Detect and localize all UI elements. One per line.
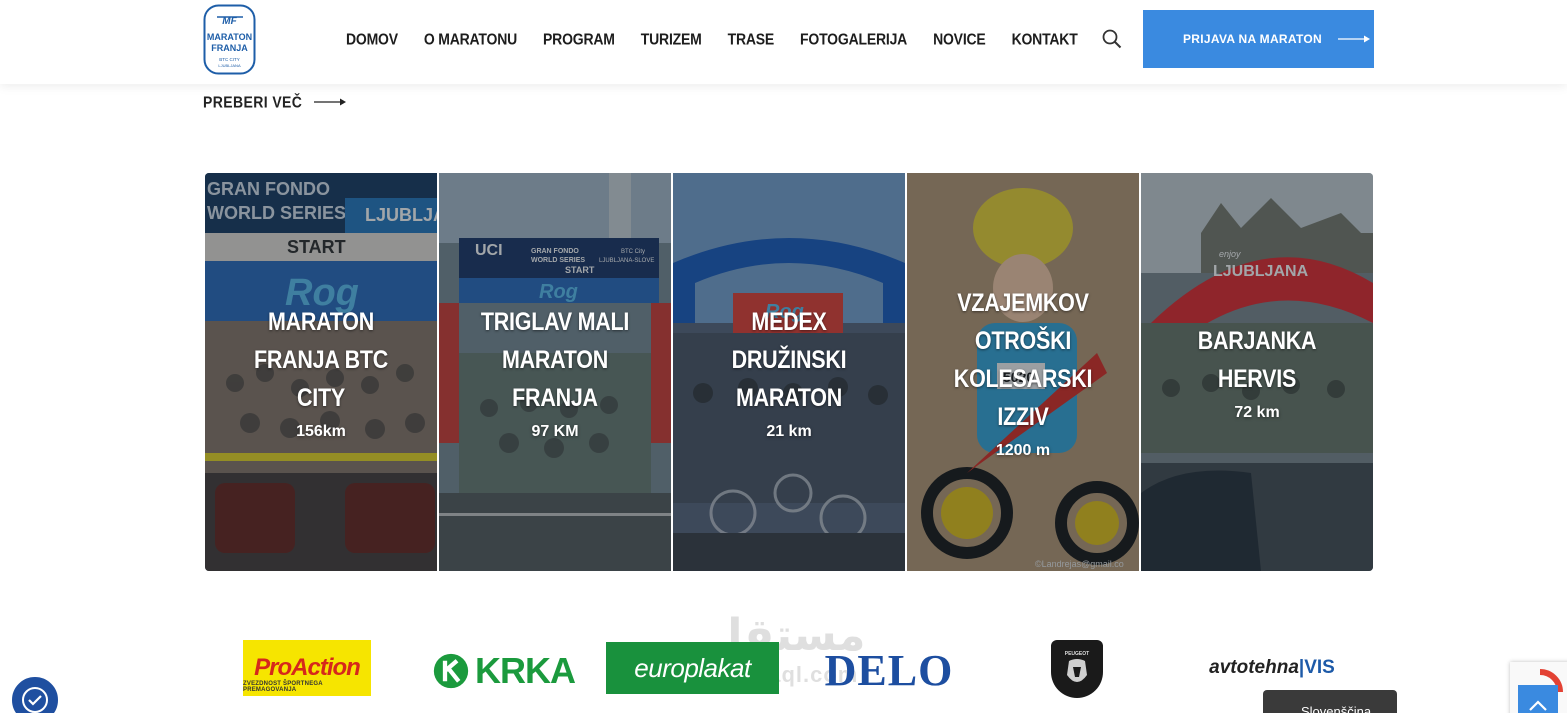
peugeot-lion-icon: PEUGEOT [1065, 651, 1089, 682]
site-header: MF MARATON FRANJA BTC CITY LJUBLJANA DOM… [0, 0, 1567, 84]
register-button[interactable]: PRIJAVA NA MARATON [1143, 10, 1374, 68]
race-card[interactable]: GRAN FONDO WORLD SERIES LJUBLJA START Ro… [205, 173, 437, 571]
race-distance: 156km [296, 423, 346, 440]
race-cards: GRAN FONDO WORLD SERIES LJUBLJA START Ro… [205, 173, 1373, 571]
read-more-label: PREBERI VEČ [203, 93, 303, 111]
nav-item-program[interactable]: PROGRAM [543, 30, 615, 48]
race-card[interactable]: 5020 ©Landrejas@gmail.co VZAJEMKOV OTROŠ… [907, 173, 1139, 571]
sponsor-delo-logo[interactable]: DELO [821, 645, 957, 695]
cookie-settings-button[interactable] [12, 677, 58, 713]
sponsor-proaction-logo[interactable]: ProAction ZVEZDNOST ŠPORTNEGA PREMAGOVAN… [243, 640, 371, 696]
nav-item-trase[interactable]: TRASE [728, 30, 775, 48]
search-icon[interactable] [1102, 29, 1122, 49]
sponsor-avtotehna-logo[interactable]: avtotehna | VIS [1194, 650, 1350, 686]
nav-item-domov[interactable]: DOMOV [346, 30, 398, 48]
sponsor-name: ProAction [254, 654, 361, 681]
logo-line2: FRANJA [211, 43, 248, 53]
nav-item-turizem[interactable]: TURIZEM [641, 30, 702, 48]
sponsor-krka-logo[interactable]: KRKA [433, 648, 576, 694]
race-title: MARATON FRANJA BTC CITY [254, 308, 388, 412]
race-card[interactable]: enjoy LJUBLJANA BARJANKA HERVIS 72 km [1141, 173, 1373, 571]
sponsor-tagline: ZVEZDNOST ŠPORTNEGA PREMAGOVANJA [243, 681, 323, 693]
race-distance: 72 km [1234, 404, 1280, 421]
register-button-label: PRIJAVA NA MARATON [1183, 32, 1322, 46]
race-title: TRIGLAV MALI MARATON FRANJA [480, 308, 630, 412]
sponsor-name: avtotehna [1209, 657, 1299, 678]
krka-icon [433, 653, 469, 689]
race-card[interactable]: Rog MEDEX DRUŽINSKI MARATON 21 km [673, 173, 905, 571]
chevron-up-icon [1529, 700, 1547, 711]
race-card[interactable]: UCI GRAN FONDO WORLD SERIES BTC City LJU… [439, 173, 671, 571]
race-title: MEDEX DRUŽINSKI MARATON [731, 308, 847, 412]
sponsor-name: KRKA [475, 650, 576, 691]
arrow-right-icon [314, 98, 347, 106]
logo-sub: BTC CITY [219, 57, 240, 62]
scroll-to-top-button[interactable] [1518, 685, 1558, 713]
sponsor-logos: ProAction ZVEZDNOST ŠPORTNEGA PREMAGOVAN… [243, 638, 1363, 698]
nav-item-kontakt[interactable]: KONTAKT [1012, 30, 1078, 48]
language-label: Slovenščina [1301, 704, 1372, 713]
race-distance: 21 km [766, 423, 812, 440]
sponsor-name: PEUGEOT [1065, 651, 1089, 657]
read-more-link[interactable]: PREBERI VEČ [203, 93, 347, 111]
logo-sub2: LJUBLJANA [218, 63, 241, 68]
sponsor-name: DELO [824, 645, 954, 695]
race-title: VZAJEMKOV OTROŠKI KOLESARSKI IZZIV [953, 289, 1093, 431]
race-title: BARJANKA HERVIS [1197, 327, 1317, 393]
site-logo[interactable]: MF MARATON FRANJA BTC CITY LJUBLJANA [203, 4, 256, 75]
arrow-right-icon [1337, 35, 1370, 43]
race-distance: 97 KM [531, 423, 579, 440]
main-navigation: DOMOV O MARATONU PROGRAM TURIZEM TRASE F… [346, 30, 1104, 48]
sponsor-peugeot-logo[interactable]: PEUGEOT [1051, 640, 1103, 698]
nav-item-novice[interactable]: NOVICE [933, 30, 986, 48]
sponsor-name: europlakat [634, 652, 751, 683]
language-switcher[interactable]: Slovenščina [1263, 690, 1397, 713]
sponsor-suffix: VIS [1304, 657, 1335, 678]
accessibility-icon [22, 687, 48, 713]
nav-item-o-maratonu[interactable]: O MARATONU [424, 30, 517, 48]
nav-item-fotogalerija[interactable]: FOTOGALERIJA [800, 30, 907, 48]
race-distance: 1200 m [995, 442, 1051, 459]
logo-line1: MARATON [207, 32, 252, 42]
sponsor-europlakat-logo[interactable]: europlakat [606, 642, 779, 694]
